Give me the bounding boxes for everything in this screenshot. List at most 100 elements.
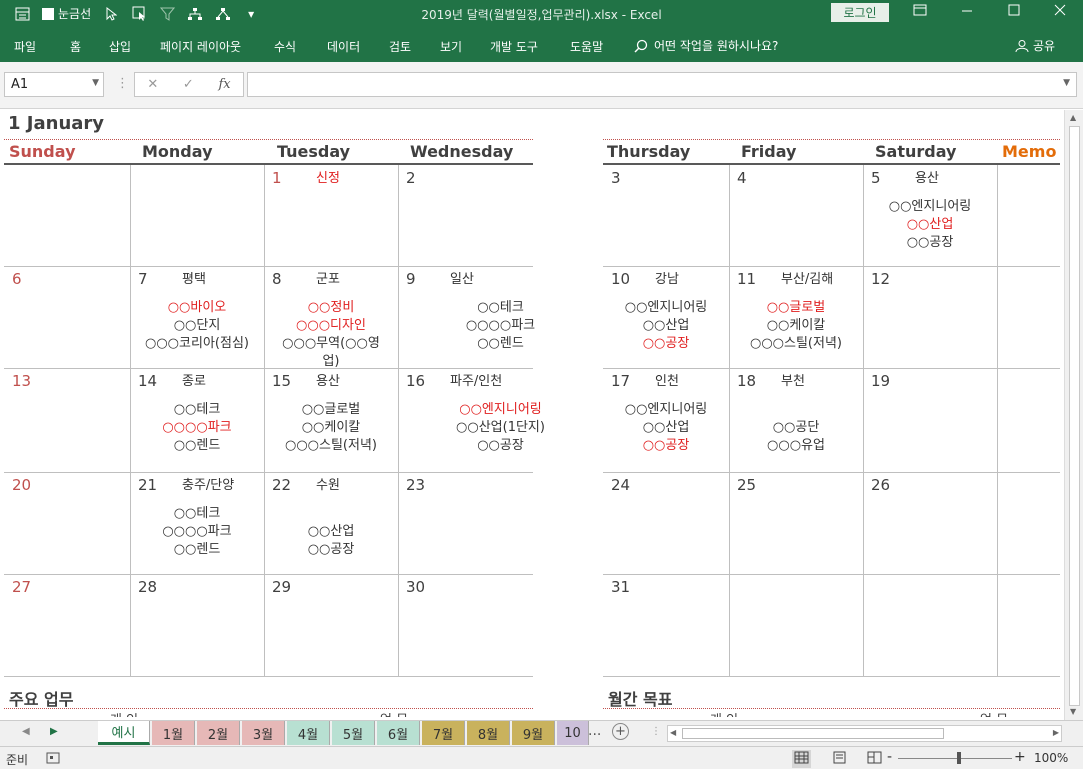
sheet-tab-month-1[interactable]: 1월 xyxy=(152,721,195,745)
day-cell[interactable]: 22 수원 ○○산업 ○○공장 xyxy=(264,472,398,574)
day-cell[interactable]: 8 군포 ○○정비 ○○○디자인 ○○○무역(○○영 업) xyxy=(264,266,398,371)
sheet-tab-example[interactable]: 예시 xyxy=(98,721,150,745)
scroll-thumb[interactable] xyxy=(1069,126,1080,706)
day-cell[interactable]: 31 xyxy=(603,574,729,676)
day-cell[interactable]: 6 xyxy=(4,266,130,368)
vertical-scrollbar[interactable]: ▲ ▼ xyxy=(1064,110,1083,720)
expand-formula-icon[interactable]: ▼ xyxy=(1063,78,1070,88)
scroll-thumb[interactable] xyxy=(682,728,944,739)
day-cell[interactable] xyxy=(863,574,997,676)
formula-input[interactable]: ▼ xyxy=(247,72,1077,97)
sheet-tab-month-7[interactable]: 7월 xyxy=(422,721,465,745)
sheet-tab-month-4[interactable]: 4월 xyxy=(287,721,330,745)
day-cell[interactable]: 20 xyxy=(4,472,130,574)
tab-page-layout[interactable]: 페이지 레이아웃 xyxy=(160,38,241,55)
formula-bar: A1 ▼ ⋮ ✕ ✓ fx ▼ xyxy=(0,62,1083,109)
minimize-icon[interactable] xyxy=(961,4,973,20)
normal-view-icon[interactable] xyxy=(792,750,811,768)
sheet-tab-month-10[interactable]: 10 xyxy=(557,721,589,745)
prev-sheet-icon[interactable]: ◀ xyxy=(22,726,30,737)
day-cell[interactable]: 27 xyxy=(4,574,130,676)
macro-record-icon[interactable] xyxy=(46,752,60,767)
tab-insert[interactable]: 삽입 xyxy=(109,38,131,55)
sheet-tab-month-3[interactable]: 3월 xyxy=(242,721,285,745)
day-cell[interactable]: 14 종로 ○○테크 ○○○○파크 ○○렌드 xyxy=(130,368,264,472)
share-button[interactable]: 공유 xyxy=(1015,37,1055,54)
location-label: 인천 xyxy=(655,374,679,389)
day-cell[interactable]: 10 강남 ○○엔지니어링 ○○산업 ○○공장 xyxy=(603,266,729,368)
day-cell[interactable]: 17 인천 ○○엔지니어링 ○○산업 ○○공장 xyxy=(603,368,729,472)
zoom-level[interactable]: 100% xyxy=(1034,751,1068,765)
day-cell[interactable]: 29 xyxy=(264,574,398,676)
day-cell[interactable]: 5 용산 ○○엔지니어링 ○○산업 ○○공장 xyxy=(863,165,997,266)
horizontal-scrollbar[interactable]: ◀ ▶ xyxy=(667,725,1062,742)
day-cell[interactable]: 12 xyxy=(863,266,997,368)
tab-data[interactable]: 데이터 xyxy=(327,38,360,55)
scroll-right-icon[interactable]: ▶ xyxy=(1053,728,1059,737)
day-cell[interactable] xyxy=(4,165,130,266)
day-cell[interactable]: 7 평택 ○○바이오 ○○단지 ○○○코리아(점심) xyxy=(130,266,264,368)
login-button[interactable]: 로그인 xyxy=(831,3,889,22)
day-cell[interactable]: 21 충주/단양 ○○테크 ○○○○파크 ○○렌드 xyxy=(130,472,264,574)
zoom-out-button[interactable]: - xyxy=(887,749,892,765)
zoom-slider-knob[interactable] xyxy=(957,752,961,764)
page-break-view-icon[interactable] xyxy=(867,751,882,767)
sheet-tab-month-5[interactable]: 5월 xyxy=(332,721,375,745)
day-cell[interactable] xyxy=(130,165,264,266)
tab-formulas[interactable]: 수식 xyxy=(274,38,296,55)
resize-handle-icon[interactable]: ⋮ xyxy=(116,76,129,91)
day-cell[interactable]: 15 용산 ○○글로벌 ○○케이칼 ○○○스틸(저녁) xyxy=(264,368,398,472)
day-cell[interactable]: 11 부산/김해 ○○글로벌 ○○케이칼 ○○○스틸(저녁) xyxy=(729,266,863,368)
scroll-left-icon[interactable]: ◀ xyxy=(670,728,676,737)
day-cell[interactable]: 9 일산 ○○테크 ○○○○파크 ○○렌드 xyxy=(398,266,603,368)
cancel-icon[interactable]: ✕ xyxy=(147,77,158,92)
visit-item: ○○○스틸(저녁) xyxy=(284,438,377,453)
day-cell[interactable]: 30 xyxy=(398,574,603,676)
zoom-in-button[interactable]: + xyxy=(1014,749,1026,765)
tab-home[interactable]: 홈 xyxy=(70,38,81,55)
tab-view[interactable]: 보기 xyxy=(440,38,462,55)
zoom-slider[interactable] xyxy=(898,758,1012,759)
close-icon[interactable] xyxy=(1054,4,1066,20)
tab-review[interactable]: 검토 xyxy=(389,38,411,55)
ribbon-display-icon[interactable] xyxy=(913,4,927,20)
worksheet[interactable]: 1 January Sunday Monday Tuesday Wednesda… xyxy=(0,110,1064,717)
day-cell[interactable]: 13 xyxy=(4,368,130,472)
tab-developer[interactable]: 개발 도구 xyxy=(490,38,538,55)
day-cell[interactable]: 23 xyxy=(398,472,603,574)
scroll-down-icon[interactable]: ▼ xyxy=(1070,707,1076,716)
tab-help[interactable]: 도움말 xyxy=(570,38,603,55)
insert-function-button[interactable]: fx xyxy=(218,77,230,92)
visit-list: ○○정비 ○○○디자인 ○○○무역(○○영 업) xyxy=(264,299,398,371)
day-cell[interactable]: 4 xyxy=(729,165,863,266)
day-cell[interactable]: 18 부천 ○○공단 ○○○유업 xyxy=(729,368,863,472)
day-cell[interactable]: 24 xyxy=(603,472,729,574)
day-cell[interactable]: 28 xyxy=(130,574,264,676)
day-cell[interactable]: 3 xyxy=(603,165,729,266)
chevron-down-icon[interactable]: ▼ xyxy=(92,78,99,88)
day-cell[interactable]: 19 xyxy=(863,368,997,472)
name-box[interactable]: A1 ▼ xyxy=(4,72,104,97)
day-cell[interactable]: 16 파주/인천 ○○엔지니어링 ○○산업(1단지) ○○공장 xyxy=(398,368,603,472)
page-layout-view-icon[interactable] xyxy=(832,751,847,767)
next-sheet-icon[interactable]: ▶ xyxy=(50,726,58,737)
enter-icon[interactable]: ✓ xyxy=(183,77,194,92)
visit-item xyxy=(729,401,863,419)
day-cell[interactable]: 25 xyxy=(729,472,863,574)
resize-handle-icon[interactable]: ⋮ xyxy=(651,726,661,737)
personal-label: 개 인 xyxy=(110,709,138,717)
sheet-tab-month-2[interactable]: 2월 xyxy=(197,721,240,745)
day-cell[interactable]: 2 xyxy=(398,165,603,266)
add-sheet-button[interactable]: + xyxy=(612,723,629,740)
maximize-icon[interactable] xyxy=(1008,4,1020,20)
day-cell[interactable] xyxy=(729,574,863,676)
sheet-tab-month-9[interactable]: 9월 xyxy=(512,721,555,745)
day-cell[interactable]: 26 xyxy=(863,472,997,574)
more-sheets[interactable]: ... xyxy=(588,723,601,739)
scroll-up-icon[interactable]: ▲ xyxy=(1070,113,1076,122)
sheet-tab-month-8[interactable]: 8월 xyxy=(467,721,510,745)
tell-me-search[interactable]: 어떤 작업을 원하시나요? xyxy=(634,37,778,54)
sheet-tab-month-6[interactable]: 6월 xyxy=(377,721,420,745)
day-cell[interactable]: 1 신정 xyxy=(264,165,398,266)
tab-file[interactable]: 파일 xyxy=(14,38,36,55)
